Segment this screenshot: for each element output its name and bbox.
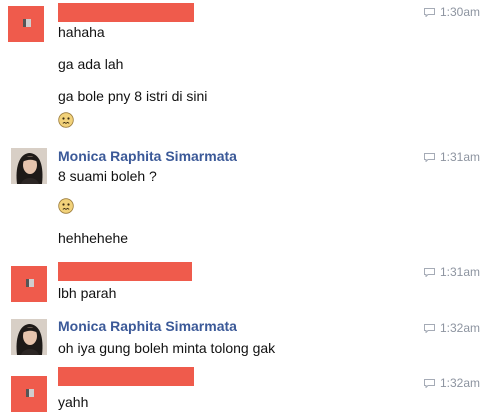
sender-name-link[interactable]: Monica Raphita Simarmata bbox=[58, 148, 237, 164]
timestamp: 1:32am bbox=[440, 321, 481, 335]
confused-face-icon bbox=[58, 112, 74, 128]
message-text: hehhehehe bbox=[58, 230, 129, 246]
timestamp: 1:31am bbox=[440, 150, 481, 164]
profile-photo bbox=[11, 319, 47, 355]
chat-bubble-icon bbox=[424, 8, 435, 17]
message-text: yahh bbox=[58, 394, 89, 410]
chat-bubble-icon bbox=[424, 153, 435, 162]
sender-name-redacted bbox=[58, 367, 194, 386]
avatar[interactable] bbox=[11, 319, 47, 355]
sender-name-redacted bbox=[58, 262, 192, 281]
message-text: hahaha bbox=[58, 24, 105, 40]
sender-name-link[interactable]: Monica Raphita Simarmata bbox=[58, 318, 237, 334]
message-text: oh iya gung boleh minta tolong gak bbox=[58, 340, 276, 356]
message-text: 8 suami boleh ? bbox=[58, 168, 157, 184]
message-text: lbh parah bbox=[58, 285, 117, 301]
avatar[interactable] bbox=[11, 376, 47, 412]
message-text: ga bole pny 8 istri di sini bbox=[58, 88, 208, 104]
avatar[interactable] bbox=[11, 266, 47, 302]
profile-photo bbox=[11, 148, 47, 184]
avatar[interactable] bbox=[11, 148, 47, 184]
message-text: ga ada lah bbox=[58, 56, 124, 72]
confused-face-icon bbox=[58, 198, 74, 214]
chat-bubble-icon bbox=[424, 268, 435, 277]
chat-bubble-icon bbox=[424, 324, 435, 333]
sender-name-redacted bbox=[58, 3, 194, 22]
timestamp: 1:32am bbox=[440, 376, 481, 390]
timestamp: 1:30am bbox=[440, 5, 481, 19]
avatar[interactable] bbox=[8, 6, 44, 42]
timestamp: 1:31am bbox=[440, 265, 481, 279]
chat-bubble-icon bbox=[424, 379, 435, 388]
